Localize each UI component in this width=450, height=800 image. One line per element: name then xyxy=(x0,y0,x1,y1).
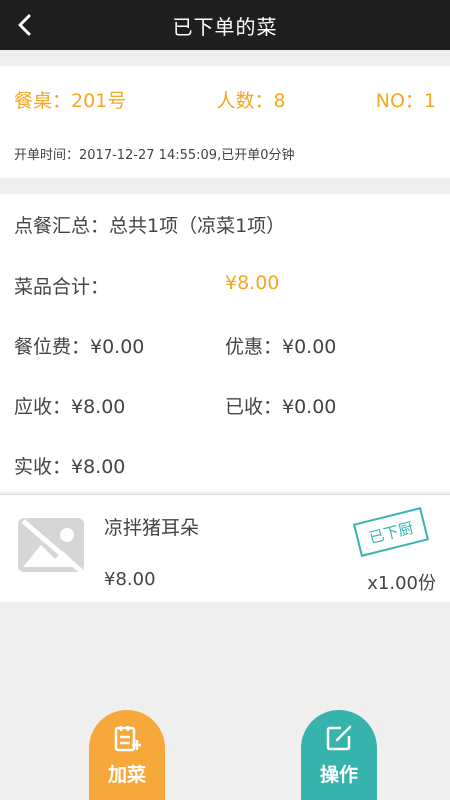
amount-received: 已收：¥0.00 xyxy=(225,396,337,418)
table-info-card: 餐桌：201号 人数：8 NO：1 开单时间：2017-12-27 14:55:… xyxy=(0,66,450,178)
amount-actual: 实收：¥8.00 xyxy=(14,456,126,478)
discount: 优惠：¥0.00 xyxy=(225,336,337,358)
order-number: NO：1 xyxy=(375,90,436,112)
dish-total-label: 菜品合计： xyxy=(14,276,110,298)
order-summary-card: 点餐汇总：总共1项（凉菜1项） 菜品合计： ¥8.00 餐位费：¥0.00 优惠… xyxy=(0,194,450,492)
item-price: ¥8.00 xyxy=(104,569,156,590)
add-dish-button[interactable]: 加菜 xyxy=(89,710,165,800)
top-bar: 已下单的菜 xyxy=(0,0,450,50)
open-time: 开单时间：2017-12-27 14:55:09,已开单0分钟 xyxy=(14,148,295,163)
item-name: 凉拌猪耳朵 xyxy=(104,517,200,539)
page-title: 已下单的菜 xyxy=(172,14,278,39)
seat-fee: 餐位费：¥0.00 xyxy=(14,336,145,358)
list-item[interactable]: 凉拌猪耳朵 ¥8.00 x1.00份 已下厨 xyxy=(0,494,450,602)
status-stamp: 已下厨 xyxy=(352,507,430,557)
people-count: 人数：8 xyxy=(216,90,286,112)
operate-label: 操作 xyxy=(319,764,358,786)
operate-button[interactable]: 操作 xyxy=(301,710,377,800)
add-menu-icon xyxy=(113,724,142,752)
item-quantity: x1.00份 xyxy=(367,573,436,594)
dish-total-value: ¥8.00 xyxy=(225,272,280,294)
bottom-action-bar: 加菜 操作 xyxy=(0,700,450,800)
table-number: 餐桌：201号 xyxy=(14,90,127,112)
table-info-row: 餐桌：201号 人数：8 NO：1 xyxy=(14,86,436,113)
edit-icon xyxy=(325,724,353,752)
image-placeholder-icon xyxy=(17,517,85,573)
add-dish-label: 加菜 xyxy=(107,764,146,786)
back-arrow-icon[interactable] xyxy=(8,8,42,42)
amount-receivable: 应收：¥8.00 xyxy=(14,396,126,418)
order-overview: 点餐汇总：总共1项（凉菜1项） xyxy=(14,215,286,237)
